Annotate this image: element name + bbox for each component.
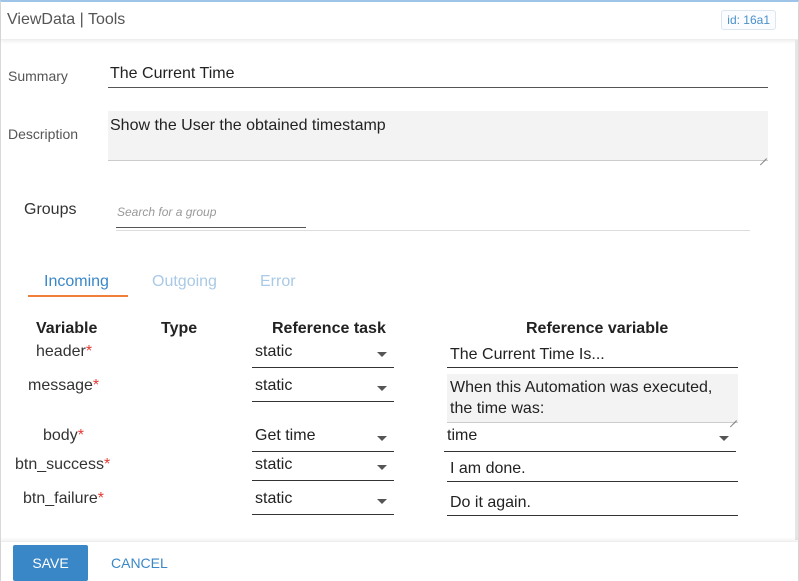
- group-search-input[interactable]: Search for a group: [116, 204, 306, 228]
- reference-task-select[interactable]: static: [252, 377, 394, 402]
- id-badge: id: 16a1: [721, 10, 776, 30]
- summary-input[interactable]: The Current Time: [108, 63, 768, 88]
- required-marker: *: [85, 343, 93, 360]
- reference-variable-input[interactable]: Do it again.: [447, 490, 738, 516]
- chevron-down-icon: [377, 499, 387, 504]
- groups-label: Groups: [24, 201, 77, 218]
- column-header-type: Type: [161, 320, 198, 337]
- dialog-footer: SAVE CANCEL: [1, 541, 798, 581]
- chevron-down-icon: [377, 352, 387, 357]
- active-tab-indicator: [28, 295, 128, 297]
- summary-label: Summary: [8, 68, 68, 84]
- tab-incoming[interactable]: Incoming: [44, 273, 109, 291]
- reference-variable-input[interactable]: The Current Time Is...: [447, 342, 738, 368]
- chevron-down-icon: [377, 465, 387, 470]
- required-marker: *: [92, 377, 100, 394]
- reference-task-select[interactable]: Get time: [252, 427, 394, 452]
- reference-variable-select[interactable]: time: [444, 427, 736, 452]
- reference-task-select[interactable]: static: [252, 343, 394, 368]
- textarea-value: When this Automation was executed, the t…: [450, 379, 713, 417]
- column-header-variable: Variable: [36, 320, 98, 337]
- variable-name: message*: [28, 377, 100, 394]
- reference-task-select[interactable]: static: [252, 456, 394, 481]
- cancel-button[interactable]: CANCEL: [111, 545, 168, 581]
- select-value: static: [255, 490, 293, 507]
- column-header-reference-task: Reference task: [272, 320, 386, 337]
- column-header-reference-variable: Reference variable: [526, 320, 669, 337]
- groups-divider: [116, 230, 750, 231]
- variable-name: btn_success*: [15, 456, 111, 473]
- reference-task-select[interactable]: static: [252, 490, 394, 515]
- resize-handle-icon[interactable]: [759, 151, 767, 159]
- chevron-down-icon: [377, 436, 387, 441]
- description-label: Description: [8, 126, 79, 142]
- tab-error[interactable]: Error: [260, 273, 296, 291]
- reference-variable-textarea[interactable]: When this Automation was executed, the t…: [447, 374, 738, 423]
- scrollbar[interactable]: [795, 40, 798, 540]
- dialog-title: ViewData | Tools: [7, 11, 126, 28]
- tab-outgoing[interactable]: Outgoing: [152, 273, 217, 291]
- chevron-down-icon: [719, 436, 729, 441]
- variable-name: btn_failure*: [23, 490, 104, 507]
- variable-name: body*: [43, 427, 84, 444]
- tool-dialog: ViewData | Tools id: 16a1 Summary The Cu…: [0, 0, 799, 581]
- chevron-down-icon: [377, 386, 387, 391]
- select-value: Get time: [255, 427, 316, 444]
- resize-handle-icon[interactable]: [729, 413, 737, 421]
- select-value: time: [447, 427, 478, 444]
- required-marker: *: [77, 427, 84, 444]
- required-marker: *: [97, 490, 104, 507]
- select-value: static: [255, 377, 293, 394]
- description-textarea[interactable]: Show the User the obtained timestamp: [108, 111, 768, 161]
- save-button[interactable]: SAVE: [13, 545, 88, 581]
- select-value: static: [255, 456, 293, 473]
- required-marker: *: [103, 456, 111, 473]
- reference-variable-input[interactable]: I am done.: [447, 456, 738, 482]
- select-value: static: [255, 343, 293, 360]
- description-text: Show the User the obtained timestamp: [110, 117, 386, 134]
- dialog-header: ViewData | Tools id: 16a1: [1, 2, 798, 40]
- variable-name: header*: [36, 343, 93, 360]
